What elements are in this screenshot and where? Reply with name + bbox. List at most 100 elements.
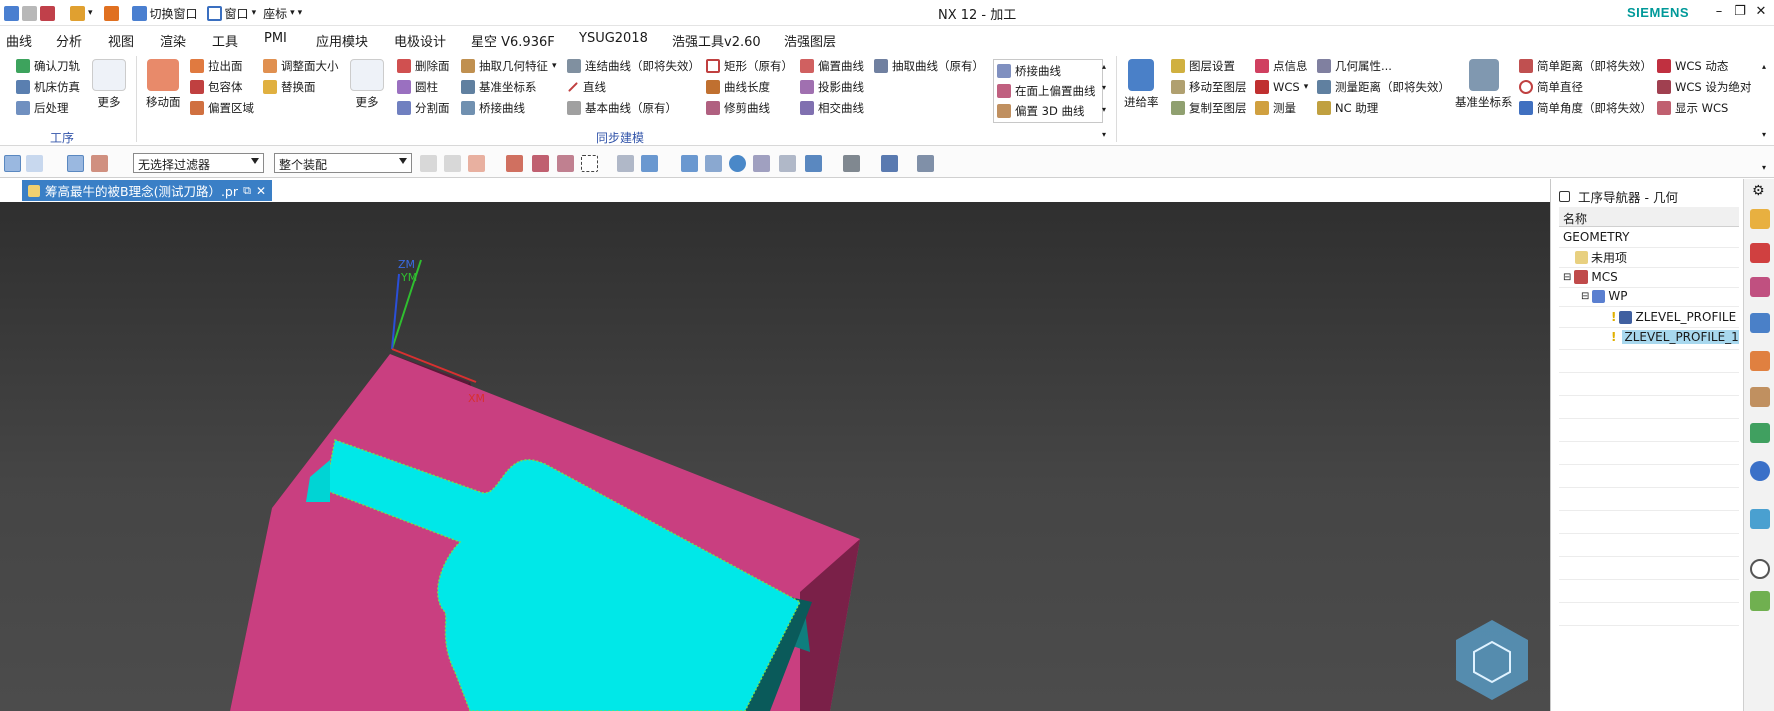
save-icon[interactable] xyxy=(40,5,55,21)
system-materials-icon[interactable] xyxy=(1750,591,1770,611)
web-browser-icon[interactable] xyxy=(1750,461,1770,481)
trim-curve-button[interactable]: 修剪曲线 xyxy=(706,99,770,117)
offset-curve-button[interactable]: 偏置曲线 xyxy=(800,57,864,75)
column-header-name[interactable]: 名称 xyxy=(1559,207,1739,227)
extract-geometry-button[interactable]: 抽取几何特征 ▾ xyxy=(461,57,557,75)
fit-view-icon[interactable] xyxy=(681,155,698,172)
chevron-down-icon[interactable]: ▾ xyxy=(1304,82,1309,92)
tree-row-zlevel-profile-1[interactable]: ! ZLEVEL_PROFILE_1 xyxy=(1559,327,1739,347)
geometry-properties-button[interactable]: 几何属性... xyxy=(1317,57,1392,75)
filter-settings-icon[interactable] xyxy=(420,155,437,172)
move-face-button[interactable]: 移动面 xyxy=(146,59,181,110)
menu-view[interactable]: 视图 xyxy=(108,31,134,50)
simple-diameter-button[interactable]: 简单直径 xyxy=(1519,78,1583,96)
gallery-bridge-curve[interactable]: 桥接曲线 xyxy=(997,62,1061,80)
end-point-icon[interactable] xyxy=(506,155,523,172)
menu-ysug[interactable]: YSUG2018 xyxy=(579,31,648,46)
menu-haoqiang-layers[interactable]: 浩强图层 xyxy=(784,31,836,50)
datum-csys-small-button[interactable]: 基准坐标系 xyxy=(461,78,537,96)
tree-row-geometry[interactable]: GEOMETRY xyxy=(1559,227,1739,247)
collapse-node-icon[interactable]: ⊟ xyxy=(1581,291,1589,302)
line-button[interactable]: 直线 xyxy=(567,78,606,96)
snap-settings-icon[interactable] xyxy=(444,155,461,172)
selection-scope-select[interactable]: 整个装配 xyxy=(274,153,412,173)
gallery-expand-icon[interactable]: ▾ xyxy=(1102,105,1106,114)
bridge-curve-button[interactable]: 桥接曲线 xyxy=(461,99,525,117)
measure-distance-button[interactable]: 测量距离（即将失效） xyxy=(1317,78,1450,96)
pan-icon[interactable] xyxy=(753,155,770,172)
view-cube-icon[interactable] xyxy=(1456,620,1528,700)
wcs-dynamic-button[interactable]: WCS 动态 xyxy=(1657,57,1728,75)
menu-curve[interactable]: 曲线 xyxy=(6,31,32,50)
undo-icon[interactable] xyxy=(70,5,85,21)
toolbar-options-icon[interactable]: ▾ xyxy=(1762,163,1766,172)
control-point-icon[interactable] xyxy=(557,155,574,172)
menu-haoqiang-tools[interactable]: 浩强工具v2.60 xyxy=(672,31,761,50)
simple-angle-button[interactable]: 简单角度（即将失效） xyxy=(1519,99,1652,117)
toolpath-display-icon[interactable] xyxy=(67,155,84,172)
repeat-command-icon[interactable] xyxy=(103,5,119,21)
part-navigator-icon[interactable] xyxy=(1750,209,1770,229)
render-style-icon[interactable] xyxy=(843,155,860,172)
switch-window-icon[interactable] xyxy=(131,5,147,21)
navigator-window-icon[interactable] xyxy=(1559,191,1570,202)
select-mode-icon[interactable] xyxy=(4,155,21,172)
menu-electrode[interactable]: 电极设计 xyxy=(394,31,446,50)
work-view-icon[interactable] xyxy=(917,155,934,172)
datum-csys-button[interactable]: 基准坐标系 xyxy=(1455,59,1513,110)
constraint-navigator-icon[interactable] xyxy=(1750,277,1770,297)
new-file-icon[interactable] xyxy=(4,5,19,21)
layer-settings-button[interactable]: 图层设置 xyxy=(1171,57,1235,75)
menu-pmi[interactable]: PMI xyxy=(264,31,287,46)
verify-toolpath-button[interactable]: 确认刀轨 xyxy=(16,57,80,75)
menu-xingkong[interactable]: 星空 V6.936F xyxy=(471,31,555,50)
chevron-down-icon[interactable]: ▾ xyxy=(552,61,557,71)
gear-icon[interactable]: ⚙ xyxy=(1752,183,1765,199)
split-face-button[interactable]: 分割面 xyxy=(397,99,450,117)
ribbon-scroll-up-icon[interactable]: ▴ xyxy=(1762,62,1766,71)
simple-distance-button[interactable]: 简单距离（即将失效） xyxy=(1519,57,1652,75)
midpoint-icon[interactable] xyxy=(532,155,549,172)
rectangle-button[interactable]: 矩形（原有） xyxy=(706,57,793,75)
rotate-icon[interactable] xyxy=(729,155,746,172)
tool-display-icon[interactable] xyxy=(91,155,108,172)
pull-face-button[interactable]: 拉出面 xyxy=(190,57,243,75)
collapse-node-icon[interactable]: ⊟ xyxy=(1563,272,1571,283)
wcs-button[interactable]: WCS ▾ xyxy=(1255,78,1308,96)
copy-to-layer-button[interactable]: 复制至图层 xyxy=(1171,99,1247,117)
delete-face-button[interactable]: 删除面 xyxy=(397,57,450,75)
minimize-button[interactable]: – xyxy=(1710,3,1728,21)
tree-row-mcs[interactable]: ⊟ MCS xyxy=(1559,267,1739,287)
nc-assistant-button[interactable]: NC 助理 xyxy=(1317,99,1378,117)
open-file-icon[interactable] xyxy=(22,5,37,21)
machine-simulation-button[interactable]: 机床仿真 xyxy=(16,78,80,96)
menu-analysis[interactable]: 分析 xyxy=(56,31,82,50)
operation-navigator-icon[interactable] xyxy=(1750,313,1770,333)
chevron-down-icon[interactable]: ▾ xyxy=(290,8,295,18)
document-tab[interactable]: 筹高最牛的被B理念(测试刀路）.prt ⧉ ✕ xyxy=(22,180,272,201)
gallery-offset-in-face[interactable]: 在面上偏置曲线 xyxy=(997,82,1096,100)
move-to-layer-button[interactable]: 移动至图层 xyxy=(1171,78,1247,96)
project-curve-button[interactable]: 投影曲线 xyxy=(800,78,864,96)
resize-face-button[interactable]: 调整面大小 xyxy=(263,57,339,75)
reuse-library-icon[interactable] xyxy=(1750,387,1770,407)
deselect-icon[interactable] xyxy=(617,155,634,172)
clock-icon[interactable] xyxy=(1750,559,1770,579)
postprocess-button[interactable]: 后处理 xyxy=(16,99,69,117)
tree-row-zlevel-profile[interactable]: ! ZLEVEL_PROFILE xyxy=(1559,307,1739,327)
more-operation-button[interactable]: 更多 xyxy=(92,59,126,110)
group-options-icon[interactable]: ▾ xyxy=(1102,130,1106,139)
customize-toolbar-icon[interactable]: ▾ xyxy=(298,8,303,18)
assembly-navigator-icon[interactable] xyxy=(1750,243,1770,263)
intersect-curve-button[interactable]: 相交曲线 xyxy=(800,99,864,117)
graphics-viewport[interactable]: ZM YM XM xyxy=(0,202,1550,711)
window-menu-button[interactable]: 窗口 xyxy=(225,5,249,22)
feedrate-button[interactable]: 进给率 xyxy=(1124,59,1159,110)
chevron-down-icon[interactable]: ▾ xyxy=(88,8,93,18)
zoom-icon[interactable] xyxy=(705,155,722,172)
gallery-scroll-up-icon[interactable]: ▴ xyxy=(1102,62,1106,71)
solid-body-icon[interactable] xyxy=(641,155,658,172)
tree-row-unused[interactable]: 未用项 xyxy=(1559,247,1739,267)
perspective-icon[interactable] xyxy=(779,155,796,172)
wcs-set-absolute-button[interactable]: WCS 设为绝对 xyxy=(1657,78,1751,96)
